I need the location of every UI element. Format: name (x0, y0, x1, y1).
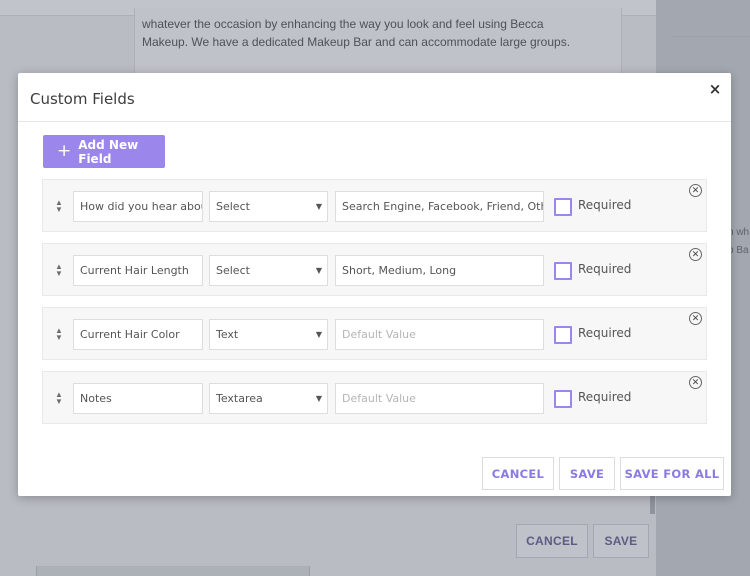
field-type-select[interactable]: Textarea ▼ (209, 383, 328, 414)
required-label: Required (578, 326, 632, 340)
field-options-input[interactable]: Short, Medium, Long (335, 255, 544, 286)
background-bottom-strip (36, 566, 310, 576)
required-label: Required (578, 262, 632, 276)
background-description-text: whatever the occasion by enhancing the w… (142, 17, 571, 49)
field-name-input[interactable]: Notes (73, 383, 203, 414)
modal-title: Custom Fields (30, 90, 135, 108)
field-name-input[interactable]: Current Hair Color (73, 319, 203, 350)
remove-field-icon[interactable]: ✕ (689, 312, 702, 325)
save-for-all-button[interactable]: SAVE FOR ALL (620, 457, 724, 490)
plus-icon: + (57, 141, 72, 161)
chevron-down-icon: ▼ (315, 394, 322, 403)
cancel-button[interactable]: CANCEL (482, 457, 554, 490)
add-new-field-label: Add New Field (78, 137, 139, 166)
drag-handle-icon[interactable]: ▲ ▼ (54, 199, 64, 214)
required-label: Required (578, 390, 632, 404)
field-type-value: Select (216, 264, 250, 277)
chevron-down-icon: ▼ (315, 202, 322, 211)
field-type-select[interactable]: Select ▼ (209, 191, 328, 222)
remove-field-icon[interactable]: ✕ (689, 248, 702, 261)
background-save-button: SAVE (593, 524, 649, 558)
required-checkbox[interactable] (554, 390, 572, 408)
field-name-input[interactable]: Current Hair Length (73, 255, 203, 286)
custom-field-row: ▲ ▼ Notes Textarea ▼ Default Value Required ✕ (42, 371, 707, 424)
background-cancel-button: CANCEL (516, 524, 588, 558)
field-type-select[interactable]: Select ▼ (209, 255, 328, 286)
field-options-input[interactable]: Search Engine, Facebook, Friend, Other (335, 191, 544, 222)
background-right-text-line: p Ba (728, 245, 749, 256)
modal-header: Custom Fields × (18, 73, 731, 122)
background-right-text: n wh p Ba (728, 224, 749, 260)
field-name-input[interactable]: How did you hear about (73, 191, 203, 222)
field-options-input[interactable]: Default Value (335, 319, 544, 350)
field-type-value: Select (216, 200, 250, 213)
drag-handle-icon[interactable]: ▲ ▼ (54, 327, 64, 342)
custom-fields-modal: Custom Fields × + Add New Field ▲ ▼ How di… (18, 73, 731, 496)
field-type-value: Textarea (216, 392, 263, 405)
custom-field-row: ▲ ▼ Current Hair Color Text ▼ Default Value Re… (42, 307, 707, 360)
add-new-field-button[interactable]: + Add New Field (43, 135, 165, 168)
remove-field-icon[interactable]: ✕ (689, 184, 702, 197)
close-icon[interactable]: × (708, 80, 722, 98)
required-label: Required (578, 198, 632, 212)
background-divider (672, 36, 750, 37)
save-button[interactable]: SAVE (559, 457, 615, 490)
required-checkbox[interactable] (554, 198, 572, 216)
custom-field-row: ▲ ▼ How did you hear about Select ▼ Search En… (42, 179, 707, 232)
chevron-down-icon: ▼ (315, 330, 322, 339)
custom-field-row: ▲ ▼ Current Hair Length Select ▼ Short, Mediu… (42, 243, 707, 296)
background-right-text-line: n wh (728, 227, 750, 238)
remove-field-icon[interactable]: ✕ (689, 376, 702, 389)
chevron-down-icon: ▼ (315, 266, 322, 275)
drag-handle-icon[interactable]: ▲ ▼ (54, 263, 64, 278)
required-checkbox[interactable] (554, 262, 572, 280)
field-type-select[interactable]: Text ▼ (209, 319, 328, 350)
field-options-input[interactable]: Default Value (335, 383, 544, 414)
required-checkbox[interactable] (554, 326, 572, 344)
field-type-value: Text (216, 328, 239, 341)
drag-handle-icon[interactable]: ▲ ▼ (54, 391, 64, 406)
